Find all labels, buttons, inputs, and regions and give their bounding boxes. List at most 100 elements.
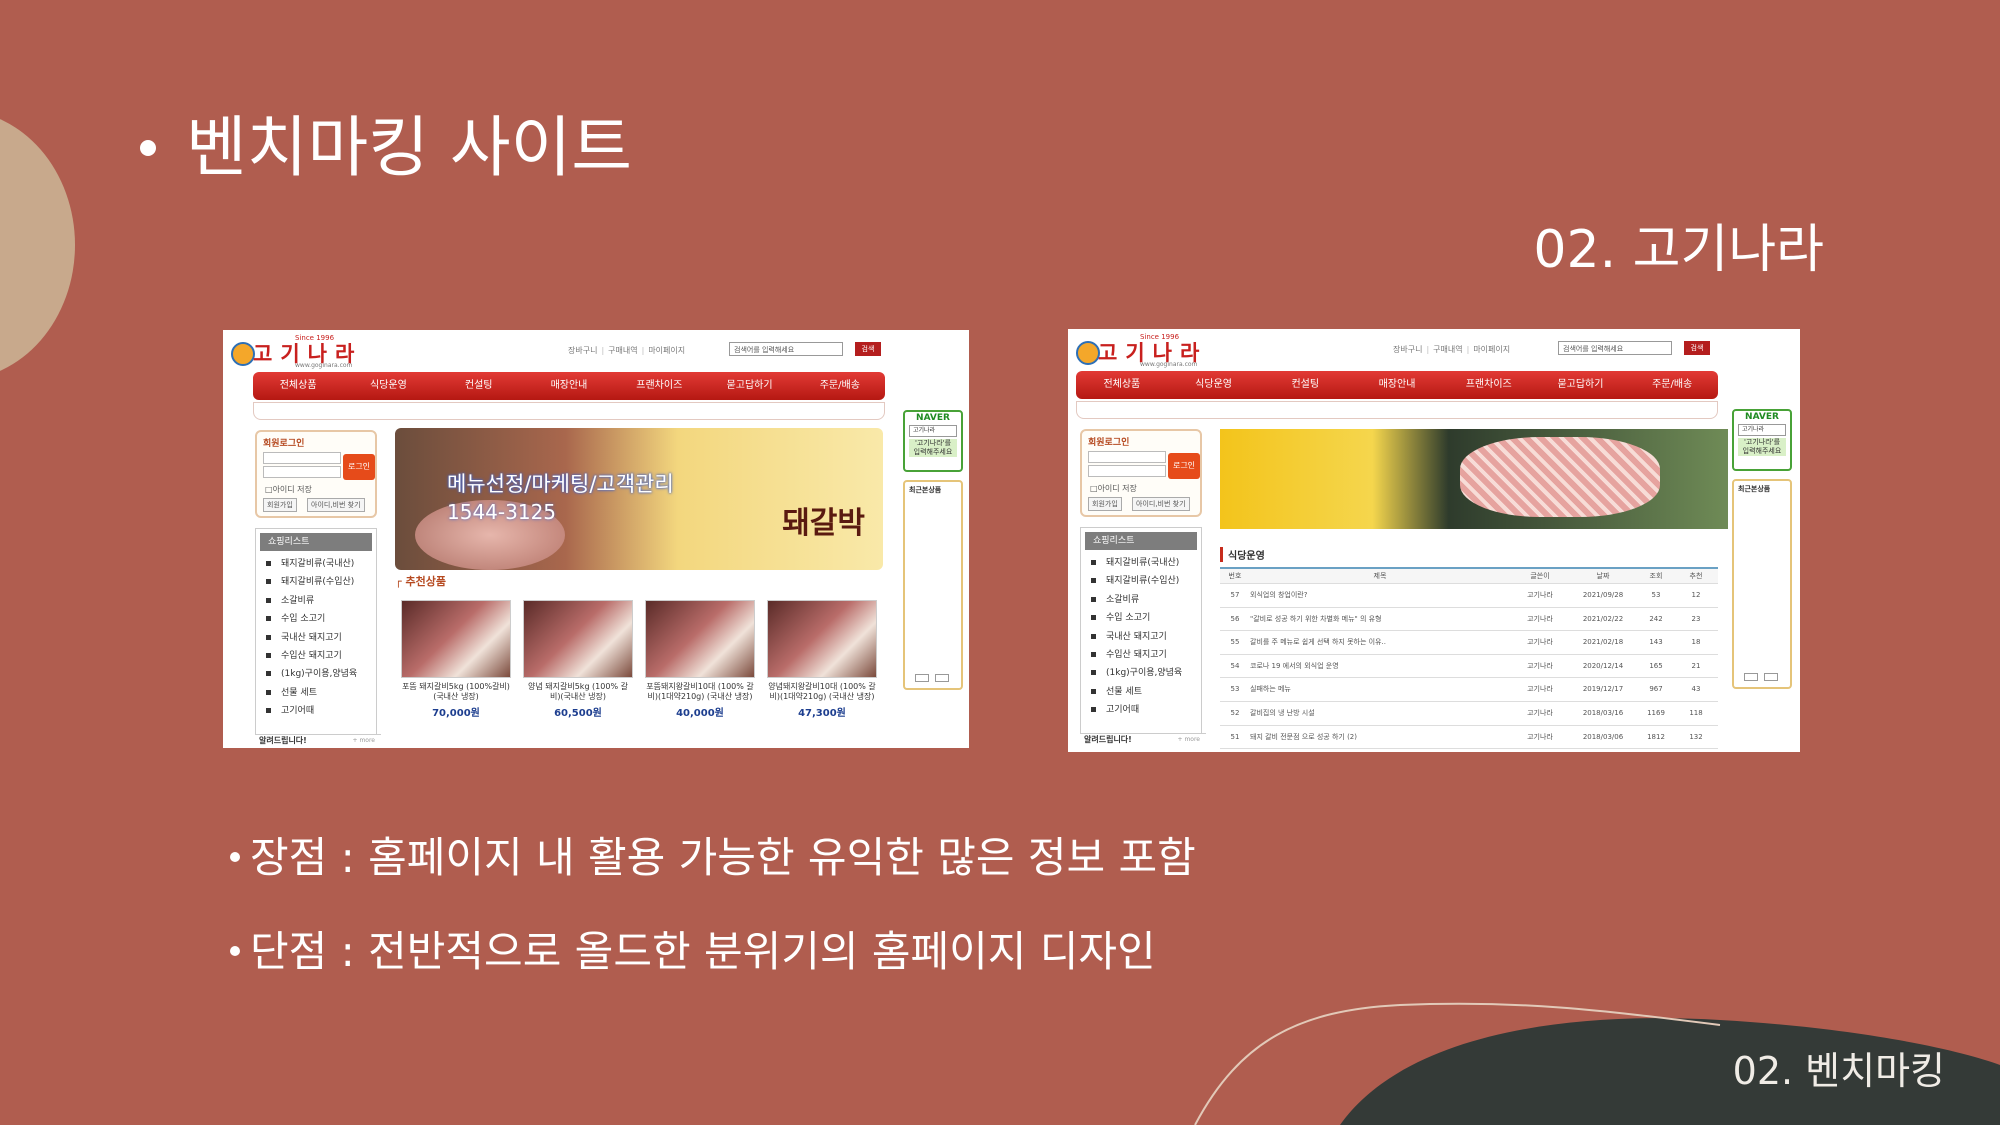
- bullet-list: 장점 : 홈페이지 내 활용 가능한 유익한 많은 정보 포함 단점 : 전반적…: [230, 828, 1196, 1016]
- product-card[interactable]: 포뜸 돼지갈비5kg (100%갈비)(국내산 냉장) 70,000원: [401, 600, 511, 719]
- table-row[interactable]: 52 갈비집의 냉 난방 시설 고기나라 2018/03/16 1169 118: [1220, 702, 1718, 726]
- search-button[interactable]: 검색: [855, 342, 881, 356]
- bullet-dot: [140, 139, 156, 156]
- table-row[interactable]: 56 "갈비로 성공 하기 위한 차별화 메뉴" 의 유형 고기나라 2021/02/…: [1220, 608, 1718, 632]
- find-account-button[interactable]: 아이디,비번 찾기: [1132, 497, 1190, 511]
- product-price: 47,300원: [798, 708, 846, 719]
- slide-title-text: 벤치마킹 사이트: [186, 109, 633, 186]
- login-box: 회원로그인 로그인 □아이디 저장 회원가입 아이디,비번 찾기: [1080, 429, 1202, 517]
- banner-headline: 메뉴선정/마케팅/고객관리: [447, 472, 674, 496]
- naver-logo: NAVER: [1745, 412, 1779, 422]
- naver-logo: NAVER: [916, 413, 950, 423]
- shop-item[interactable]: 국내산 돼지고기: [256, 629, 376, 647]
- product-image: [401, 600, 511, 678]
- main-banner[interactable]: 메뉴선정/마케팅/고객관리 1544-3125 돼갈박: [395, 428, 883, 570]
- nav-item[interactable]: 묻고답하기: [1535, 371, 1627, 399]
- nav-item[interactable]: 컨설팅: [434, 372, 524, 400]
- product-card[interactable]: 양념 돼지갈비5kg (100% 갈비)(국내산 냉장) 60,500원: [523, 600, 633, 719]
- nav-item[interactable]: 주문/배송: [795, 372, 885, 400]
- table-header: 번호 제목 글쓴이 날짜 조회 추천: [1220, 569, 1718, 584]
- table-row[interactable]: 51 돼지 갈비 전문점 으로 성공 하기 (2) 고기나라 2018/03/06 18…: [1220, 726, 1718, 750]
- login-button[interactable]: 로그인: [1168, 453, 1200, 479]
- naver-select[interactable]: 고기나라: [909, 425, 957, 437]
- nav-item[interactable]: 주문/배송: [1626, 371, 1718, 399]
- arrow-down-icon[interactable]: [935, 674, 949, 682]
- slide-subtitle: 02. 고기나라: [1533, 220, 1824, 280]
- shop-item[interactable]: 돼지갈비류(국내산): [256, 555, 376, 573]
- shop-item[interactable]: 소갈비류: [256, 592, 376, 610]
- product-name: 포뜸돼지왕갈비10대 (100% 갈비)(1대약210g) (국내산 냉장): [646, 682, 754, 701]
- join-button[interactable]: 회원가입: [1088, 497, 1122, 511]
- shop-item[interactable]: 소갈비류: [1081, 591, 1201, 609]
- login-title: 회원로그인: [263, 439, 305, 449]
- arrow-up-icon[interactable]: [915, 674, 929, 682]
- shop-item[interactable]: (1kg)구이용,양념육: [1081, 664, 1201, 682]
- table-row[interactable]: 54 코로나 19 에서의 외식업 운영 고기나라 2020/12/14 165 21: [1220, 655, 1718, 679]
- nav-item[interactable]: 전체상품: [253, 372, 343, 400]
- table-row[interactable]: 53 실패하는 메뉴 고기나라 2019/12/17 967 43: [1220, 678, 1718, 702]
- table-row[interactable]: 55 갈비를 주 메뉴로 쉽게 선택 하지 못하는 이유.. 고기나라 2021/02…: [1220, 631, 1718, 655]
- mypage-link[interactable]: 마이페이지: [648, 346, 685, 355]
- search-input[interactable]: 검색어를 입력해세요: [1558, 341, 1672, 355]
- shop-item[interactable]: 수입 소고기: [256, 610, 376, 628]
- site-domain: www.goginara.com: [1140, 361, 1198, 368]
- nav-item[interactable]: 컨설팅: [1259, 371, 1351, 399]
- save-id-checkbox[interactable]: □아이디 저장: [1090, 483, 1137, 494]
- shop-item[interactable]: 국내산 돼지고기: [1081, 628, 1201, 646]
- arrow-up-icon[interactable]: [1744, 673, 1758, 681]
- nav-item[interactable]: 전체상품: [1076, 371, 1168, 399]
- shop-item[interactable]: 수입 소고기: [1081, 609, 1201, 627]
- product-card[interactable]: 포뜸돼지왕갈비10대 (100% 갈비)(1대약210g) (국내산 냉장) 4…: [645, 600, 755, 719]
- bullet-dot: [230, 851, 240, 862]
- util-links: 장바구니 | 구매내역 | 마이페이지: [1393, 345, 1511, 354]
- product-price: 70,000원: [432, 708, 480, 719]
- orders-link[interactable]: 구매내역: [1433, 345, 1462, 354]
- shop-item[interactable]: (1kg)구이용,양념육: [256, 665, 376, 683]
- nav-item[interactable]: 식당운영: [343, 372, 433, 400]
- nav-item[interactable]: 매장안내: [524, 372, 614, 400]
- shop-item[interactable]: 돼지갈비류(수입산): [256, 573, 376, 591]
- more-link[interactable]: + more: [353, 737, 375, 744]
- shop-item[interactable]: 수입산 돼지고기: [1081, 646, 1201, 664]
- decorative-left-shape: [0, 110, 75, 380]
- nav-item[interactable]: 매장안내: [1351, 371, 1443, 399]
- join-button[interactable]: 회원가입: [263, 498, 297, 512]
- mypage-link[interactable]: 마이페이지: [1473, 345, 1510, 354]
- shop-item[interactable]: 수입산 돼지고기: [256, 647, 376, 665]
- notice-title: 알려드립니다!: [1084, 735, 1132, 744]
- nav-item[interactable]: 프랜차이즈: [1443, 371, 1535, 399]
- main-nav: 전체상품 식당운영 컨설팅 매장안내 프랜차이즈 묻고답하기 주문/배송: [253, 372, 885, 400]
- orders-link[interactable]: 구매내역: [608, 346, 637, 355]
- shop-list-title: 쇼핑리스트: [1085, 532, 1197, 550]
- naver-text: '고기나라'를 입력해주세요: [909, 439, 957, 457]
- shop-item[interactable]: 고기어때: [256, 702, 376, 720]
- mascot-logo-icon: [1076, 341, 1100, 365]
- search-input[interactable]: 검색어를 입력해세요: [729, 342, 843, 356]
- shop-item[interactable]: 고기어때: [1081, 701, 1201, 719]
- cart-link[interactable]: 장바구니: [568, 346, 597, 355]
- more-link[interactable]: + more: [1178, 736, 1200, 743]
- arrow-down-icon[interactable]: [1764, 673, 1778, 681]
- product-card[interactable]: 양념돼지왕갈비10대 (100% 갈비)(1대약210g) (국내산 냉장) 4…: [767, 600, 877, 719]
- naver-select[interactable]: 고기나라: [1738, 424, 1786, 436]
- table-row[interactable]: 57 외식업의 창업이란? 고기나라 2021/09/28 53 12: [1220, 584, 1718, 608]
- nav-item[interactable]: 묻고답하기: [704, 372, 794, 400]
- password-input[interactable]: [263, 466, 341, 478]
- shop-item[interactable]: 돼지갈비류(국내산): [1081, 554, 1201, 572]
- find-account-button[interactable]: 아이디,비번 찾기: [307, 498, 365, 512]
- password-input[interactable]: [1088, 465, 1166, 477]
- shop-item[interactable]: 돼지갈비류(수입산): [1081, 572, 1201, 590]
- id-input[interactable]: [1088, 451, 1166, 463]
- nav-item[interactable]: 식당운영: [1168, 371, 1260, 399]
- shop-item[interactable]: 선물 세트: [1081, 683, 1201, 701]
- login-button[interactable]: 로그인: [343, 454, 375, 480]
- shop-item[interactable]: 선물 세트: [256, 684, 376, 702]
- product-image: [645, 600, 755, 678]
- search-button[interactable]: 검색: [1684, 341, 1710, 355]
- main-nav: 전체상품 식당운영 컨설팅 매장안내 프랜차이즈 묻고답하기 주문/배송: [1076, 371, 1718, 399]
- save-id-checkbox[interactable]: □아이디 저장: [265, 484, 312, 495]
- id-input[interactable]: [263, 452, 341, 464]
- naver-search-box: NAVER 고기나라 '고기나라'를 입력해주세요: [903, 410, 963, 472]
- cart-link[interactable]: 장바구니: [1393, 345, 1422, 354]
- nav-item[interactable]: 프랜차이즈: [614, 372, 704, 400]
